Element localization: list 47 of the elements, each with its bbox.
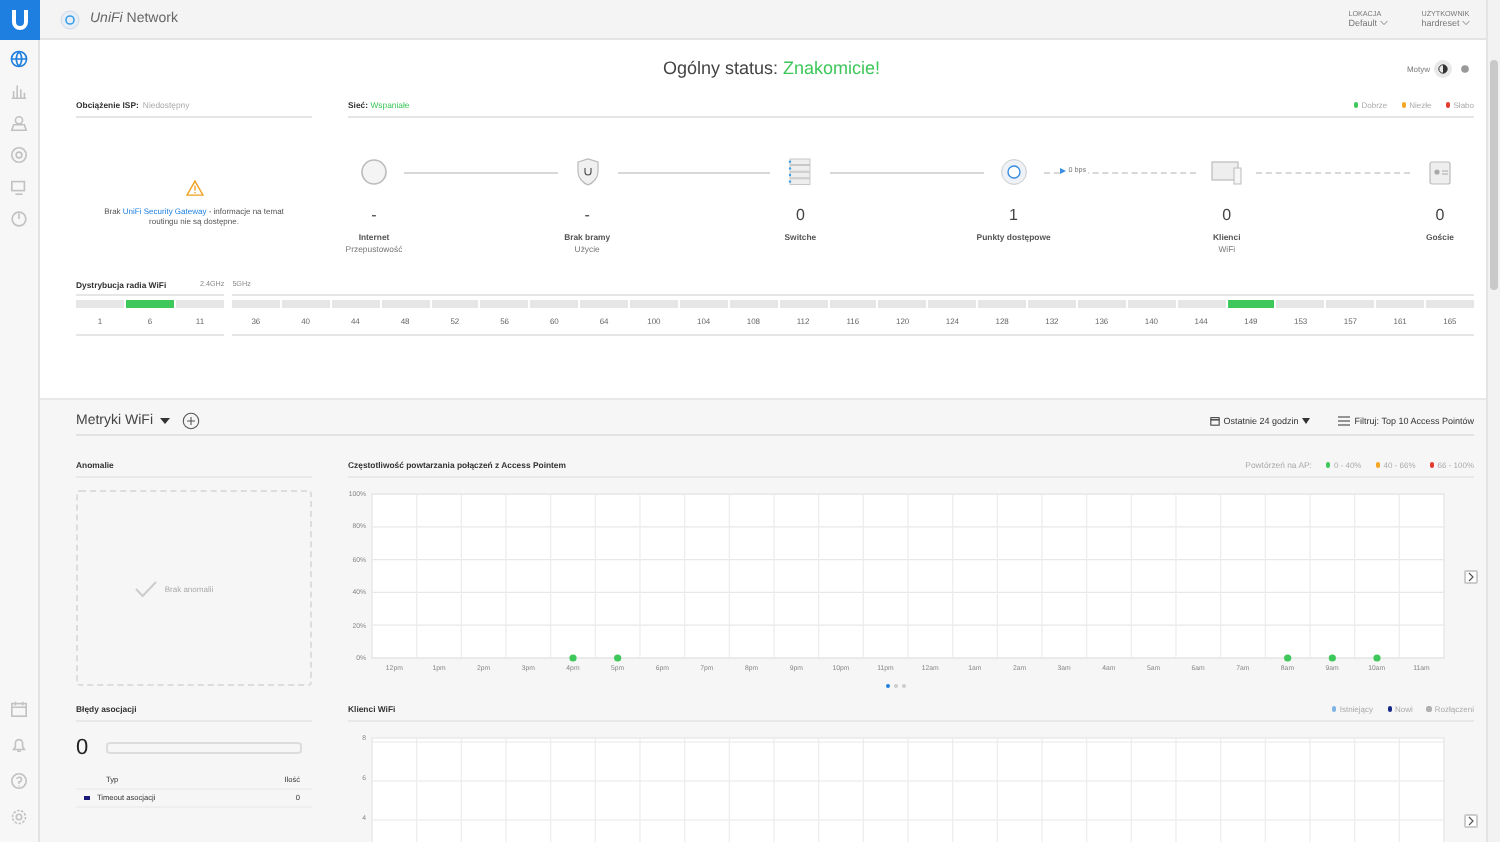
node-count: 0 <box>1435 206 1445 224</box>
warning-icon <box>185 180 203 196</box>
sidebar-settings-icon[interactable] <box>10 808 28 826</box>
data-point <box>1373 654 1381 662</box>
sidebar-devices-icon[interactable] <box>10 146 28 164</box>
node-count: 0 <box>1222 206 1232 224</box>
data-point <box>1328 654 1336 662</box>
caret-icon <box>159 418 169 424</box>
caret-icon <box>1462 20 1470 26</box>
next-button[interactable] <box>1464 814 1478 828</box>
next-button[interactable] <box>1464 570 1478 584</box>
sidebar-alerts-icon[interactable] <box>10 736 28 754</box>
sidebar-clients-icon[interactable] <box>10 178 28 196</box>
sidebar-events-icon[interactable] <box>10 700 28 718</box>
sidebar-statistics-icon[interactable] <box>10 82 28 100</box>
access-point-node-icon[interactable] <box>999 158 1028 186</box>
play-icon <box>1059 167 1066 173</box>
monitor-node-icon[interactable] <box>1210 159 1243 185</box>
data-point <box>614 654 622 662</box>
add-icon[interactable] <box>181 412 199 430</box>
caret-icon <box>1379 20 1388 26</box>
sidebar-dashboard-icon[interactable] <box>10 50 28 68</box>
data-point <box>1284 654 1292 662</box>
overall-status: Ogólny status: Znakomicie! <box>660 58 882 78</box>
calendar-icon <box>1209 416 1220 426</box>
error-count: 0 <box>76 736 89 760</box>
data-point <box>569 654 577 662</box>
scrollbar[interactable] <box>1486 0 1500 842</box>
badge-node-icon[interactable] <box>1427 158 1452 186</box>
app-logo-icon <box>60 9 80 29</box>
switch-node-icon[interactable] <box>788 158 813 186</box>
node-count: - <box>371 206 377 224</box>
dot-icon <box>1460 63 1470 73</box>
caret-icon <box>1302 418 1311 424</box>
contrast-theme-button[interactable] <box>1434 59 1452 77</box>
globe-node-icon[interactable] <box>360 158 388 186</box>
sidebar-help-icon[interactable] <box>10 772 28 790</box>
dot-theme-button[interactable] <box>1456 59 1474 77</box>
sidebar-insights-icon[interactable] <box>10 210 28 228</box>
shield-node-icon[interactable] <box>575 158 600 186</box>
node-count: 0 <box>795 206 805 224</box>
node-count: 1 <box>1009 206 1018 224</box>
sidebar-map-icon[interactable] <box>10 114 28 132</box>
contrast-icon <box>1438 63 1448 73</box>
menu-icon <box>1338 416 1351 426</box>
node-count: - <box>584 206 590 224</box>
check-icon <box>134 579 159 597</box>
